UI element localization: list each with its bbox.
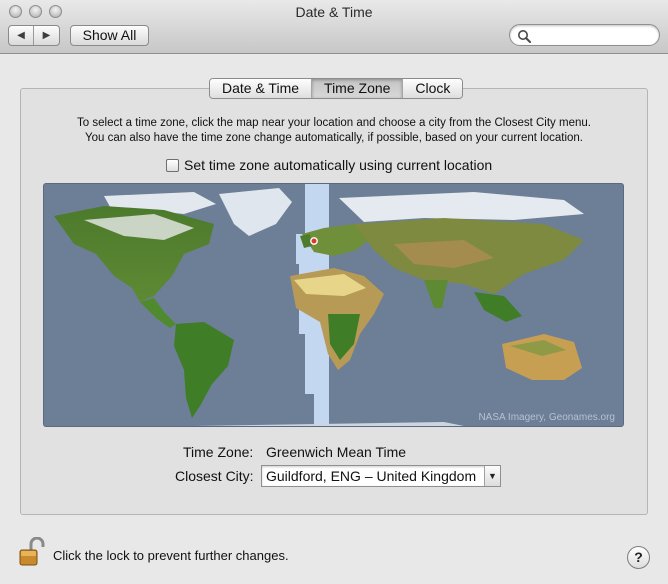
time-zone-label: Time Zone:: [183, 444, 254, 460]
world-map-image: [44, 184, 623, 426]
title-bar: Date & Time ◀ ▶ Show All: [0, 0, 668, 54]
instructions-line-2: You can also have the time zone change a…: [85, 131, 583, 144]
world-map[interactable]: NASA Imagery, Geonames.org: [43, 183, 624, 427]
search-field[interactable]: [509, 24, 660, 46]
right-arrow-icon: ▶: [42, 30, 51, 41]
auto-timezone-label: Set time zone automatically using curren…: [184, 157, 493, 173]
tab-date-time[interactable]: Date & Time: [210, 79, 313, 98]
auto-timezone-checkbox[interactable]: [166, 158, 179, 172]
help-button[interactable]: ?: [627, 546, 650, 569]
lock-message: Click the lock to prevent further change…: [53, 548, 289, 563]
date-time-window: Date & Time ◀ ▶ Show All Date & Time Tim…: [0, 0, 668, 584]
tab-bar: Date & Time Time Zone Clock: [209, 78, 464, 99]
search-input[interactable]: [534, 27, 652, 43]
chevron-down-icon[interactable]: ▼: [484, 466, 500, 486]
tab-clock[interactable]: Clock: [403, 79, 463, 98]
closest-city-value: Guildford, ENG – United Kingdom: [266, 468, 477, 484]
map-credit: NASA Imagery, Geonames.org: [478, 412, 615, 423]
tab-time-zone[interactable]: Time Zone: [312, 79, 404, 98]
window-title: Date & Time: [295, 4, 373, 20]
show-all-button[interactable]: Show All: [70, 25, 149, 46]
back-button[interactable]: ◀: [9, 26, 35, 45]
closest-city-select[interactable]: Guildford, ENG – United Kingdom ▼: [261, 465, 501, 487]
closest-city-label: Closest City:: [175, 468, 254, 484]
left-arrow-icon: ◀: [17, 30, 25, 41]
forward-button[interactable]: ▶: [34, 26, 59, 45]
time-zone-value: Greenwich Mean Time: [266, 444, 407, 460]
instructions: To select a time zone, click the map nea…: [20, 116, 648, 145]
location-marker: [310, 237, 318, 245]
instructions-line-1: To select a time zone, click the map nea…: [77, 117, 591, 129]
auto-timezone-option[interactable]: Set time zone automatically using curren…: [166, 157, 492, 173]
back-forward-control: ◀ ▶: [8, 25, 60, 46]
magnifier-icon: [518, 30, 531, 43]
unlocked-padlock-icon[interactable]: [19, 537, 45, 567]
